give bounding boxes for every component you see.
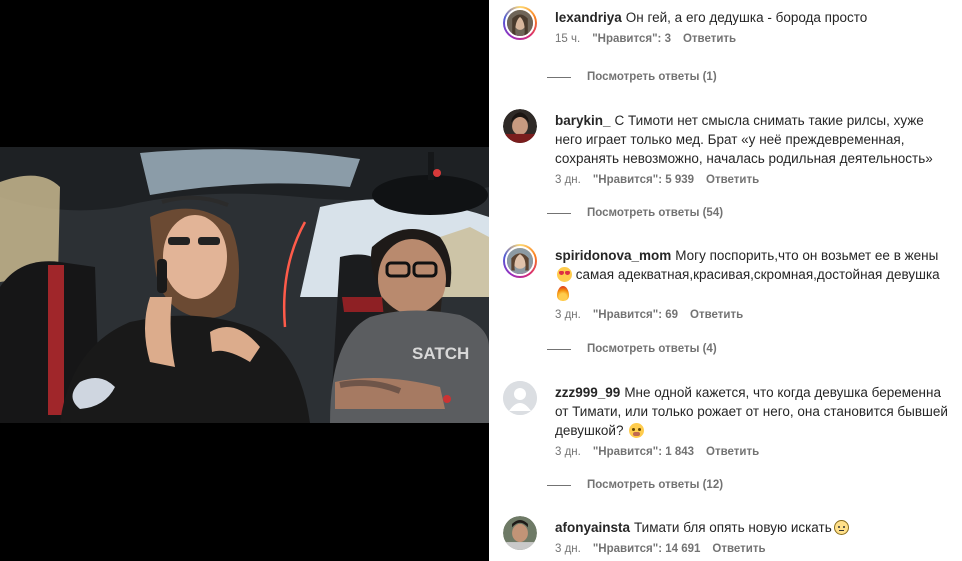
avatar-image (503, 109, 537, 143)
view-replies-label: Посмотреть ответы (1) (587, 71, 717, 83)
view-replies-label: Посмотреть ответы (4) (587, 343, 717, 355)
fire-icon (557, 286, 569, 301)
username-link[interactable]: barykin_ (555, 113, 611, 128)
divider-line (547, 212, 571, 214)
username-link[interactable]: spiridonova_mom (555, 248, 671, 263)
default-user-icon (503, 381, 537, 415)
reply-button[interactable]: Ответить (712, 543, 765, 555)
comment-time[interactable]: 15 ч. (555, 33, 580, 45)
avatar-image (505, 246, 535, 276)
comment-meta: 3 дн. "Нравится": 5 939 Ответить (555, 174, 951, 186)
reply-button[interactable]: Ответить (690, 309, 743, 321)
comment-time[interactable]: 3 дн. (555, 543, 581, 555)
heart-eyes-icon (557, 267, 572, 282)
comment-content: Могу поспорить,что он возьмет ее в жены (675, 248, 939, 263)
likes-count[interactable]: "Нравится": 5 939 (593, 174, 694, 186)
comment-text: spiridonova_mom Могу поспорить,что он воз… (555, 246, 951, 303)
video-player[interactable]: SATCH (0, 0, 489, 561)
view-replies-label: Посмотреть ответы (12) (587, 479, 724, 491)
video-frame[interactable]: SATCH (0, 147, 489, 423)
comment-meta: 3 дн. "Нравится": 1 843 Ответить (555, 446, 951, 458)
comment-text: zzz999_99 Мне одной кажется, что когда де… (555, 383, 951, 440)
likes-count[interactable]: "Нравится": 1 843 (593, 446, 694, 458)
comment-content: С Тимоти нет смысла снимать такие рилсы,… (555, 113, 933, 166)
thinking-face-icon (629, 423, 645, 438)
comment-text: lexandriya Он гей, а его дедушка - борода… (555, 8, 951, 27)
comment-content: Тимати бля опять новую искать (634, 520, 832, 535)
likes-count[interactable]: "Нравится": 14 691 (593, 543, 701, 555)
likes-count[interactable]: "Нравится": 3 (592, 33, 671, 45)
avatar-image (503, 516, 537, 550)
comment-content: Он гей, а его дедушка - борода просто (625, 10, 868, 25)
comment-meta: 3 дн. "Нравится": 69 Ответить (555, 309, 951, 321)
comment-meta: 15 ч. "Нравится": 3 Ответить (555, 33, 951, 45)
view-replies-label: Посмотреть ответы (54) (587, 207, 724, 219)
app-window: SATCH lexandriya Он гей, а его дедушка -… (0, 0, 962, 561)
view-replies-button[interactable]: Посмотреть ответы (4) (547, 343, 717, 355)
avatar[interactable] (503, 516, 537, 550)
avatar[interactable] (503, 109, 537, 143)
comment-time[interactable]: 3 дн. (555, 174, 581, 186)
avatar[interactable] (503, 6, 537, 40)
avatar[interactable] (503, 381, 537, 415)
reply-button[interactable]: Ответить (706, 174, 759, 186)
username-link[interactable]: lexandriya (555, 10, 622, 25)
comments-panel[interactable]: lexandriya Он гей, а его дедушка - борода… (489, 0, 962, 561)
divider-line (547, 348, 571, 350)
view-replies-button[interactable]: Посмотреть ответы (12) (547, 479, 723, 491)
comment-text: barykin_ С Тимоти нет смысла снимать таки… (555, 111, 951, 168)
comment-meta: 3 дн. "Нравится": 14 691 Ответить (555, 543, 951, 555)
avatar[interactable] (503, 244, 537, 278)
video-still: SATCH (0, 147, 489, 423)
divider-line (547, 76, 571, 78)
comment-content-cont: самая адекватная,красивая,скромная,досто… (572, 267, 940, 282)
shirt-print: SATCH (412, 344, 469, 363)
worried-face-icon (833, 520, 849, 535)
reply-button[interactable]: Ответить (706, 446, 759, 458)
likes-count[interactable]: "Нравится": 69 (593, 309, 678, 321)
view-replies-button[interactable]: Посмотреть ответы (1) (547, 71, 717, 83)
divider-line (547, 484, 571, 486)
comment-time[interactable]: 3 дн. (555, 309, 581, 321)
username-link[interactable]: afonyainsta (555, 520, 630, 535)
comment-text: afonyainsta Тимати бля опять новую искать (555, 518, 951, 537)
avatar-image (505, 8, 535, 38)
username-link[interactable]: zzz999_99 (555, 385, 620, 400)
reply-button[interactable]: Ответить (683, 33, 736, 45)
comment-time[interactable]: 3 дн. (555, 446, 581, 458)
view-replies-button[interactable]: Посмотреть ответы (54) (547, 207, 723, 219)
